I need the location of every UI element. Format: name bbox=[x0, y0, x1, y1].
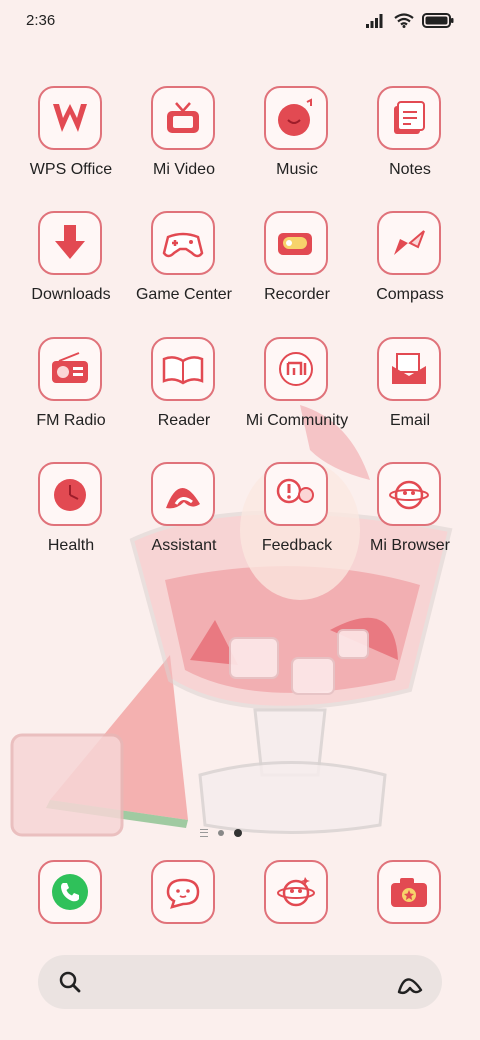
app-label: Compass bbox=[376, 286, 444, 303]
downloads-icon bbox=[38, 211, 102, 275]
status-bar: 2:36 bbox=[0, 0, 480, 42]
app-compass[interactable]: Compass bbox=[354, 211, 466, 323]
app-mi-video[interactable]: Mi Video bbox=[128, 86, 240, 198]
page-indicator bbox=[200, 829, 242, 837]
app-feedback[interactable]: Feedback bbox=[241, 462, 353, 574]
app-mi-browser[interactable]: Mi Browser bbox=[354, 462, 466, 574]
app-mi-community[interactable]: Mi Community bbox=[241, 337, 353, 449]
search-icon[interactable] bbox=[58, 970, 82, 994]
mi-video-icon bbox=[151, 86, 215, 150]
app-music[interactable]: Music bbox=[241, 86, 353, 198]
wps-office-icon bbox=[38, 86, 102, 150]
app-reader[interactable]: Reader bbox=[128, 337, 240, 449]
recorder-icon bbox=[264, 211, 328, 275]
app-label: Email bbox=[389, 412, 430, 429]
phone-icon bbox=[38, 860, 102, 924]
app-fm-radio[interactable]: FM Radio bbox=[15, 337, 127, 449]
search-bar[interactable] bbox=[38, 955, 442, 1009]
health-icon bbox=[38, 462, 102, 526]
app-downloads[interactable]: Downloads bbox=[15, 211, 127, 323]
camera-icon bbox=[377, 860, 441, 924]
app-assistant[interactable]: Assistant bbox=[128, 462, 240, 574]
app-email[interactable]: Email bbox=[354, 337, 466, 449]
wallpaper-illustration bbox=[10, 405, 453, 837]
email-icon bbox=[377, 337, 441, 401]
app-label: Notes bbox=[389, 161, 431, 178]
reader-icon bbox=[151, 337, 215, 401]
mi-community-icon bbox=[264, 337, 328, 401]
assistant-app-icon bbox=[151, 462, 215, 526]
app-game-center[interactable]: Game Center bbox=[128, 211, 240, 323]
app-recorder[interactable]: Recorder bbox=[241, 211, 353, 323]
feedback-icon bbox=[264, 462, 328, 526]
page-indicator-list[interactable] bbox=[200, 829, 208, 837]
app-label: Mi Browser bbox=[369, 537, 450, 554]
mi-browser-icon bbox=[377, 462, 441, 526]
notes-icon bbox=[377, 86, 441, 150]
page-dot[interactable] bbox=[218, 830, 224, 836]
page-dot-active[interactable] bbox=[234, 829, 242, 837]
fm-radio-icon bbox=[38, 337, 102, 401]
dock bbox=[0, 860, 480, 930]
status-time: 2:36 bbox=[26, 12, 56, 29]
signal-icon bbox=[366, 13, 383, 28]
battery-icon bbox=[422, 13, 454, 28]
app-health[interactable]: Health bbox=[15, 462, 127, 574]
app-notes[interactable]: Notes bbox=[354, 86, 466, 198]
music-icon bbox=[264, 86, 328, 150]
status-icons bbox=[366, 13, 454, 28]
app-wps-office[interactable]: WPS Office bbox=[15, 86, 127, 198]
game-center-icon bbox=[151, 211, 215, 275]
voice-assistant-icon[interactable] bbox=[396, 968, 424, 996]
compass-icon bbox=[377, 211, 441, 275]
wifi-icon bbox=[394, 13, 414, 28]
browser-planet-icon bbox=[264, 860, 328, 924]
messages-icon bbox=[151, 860, 215, 924]
